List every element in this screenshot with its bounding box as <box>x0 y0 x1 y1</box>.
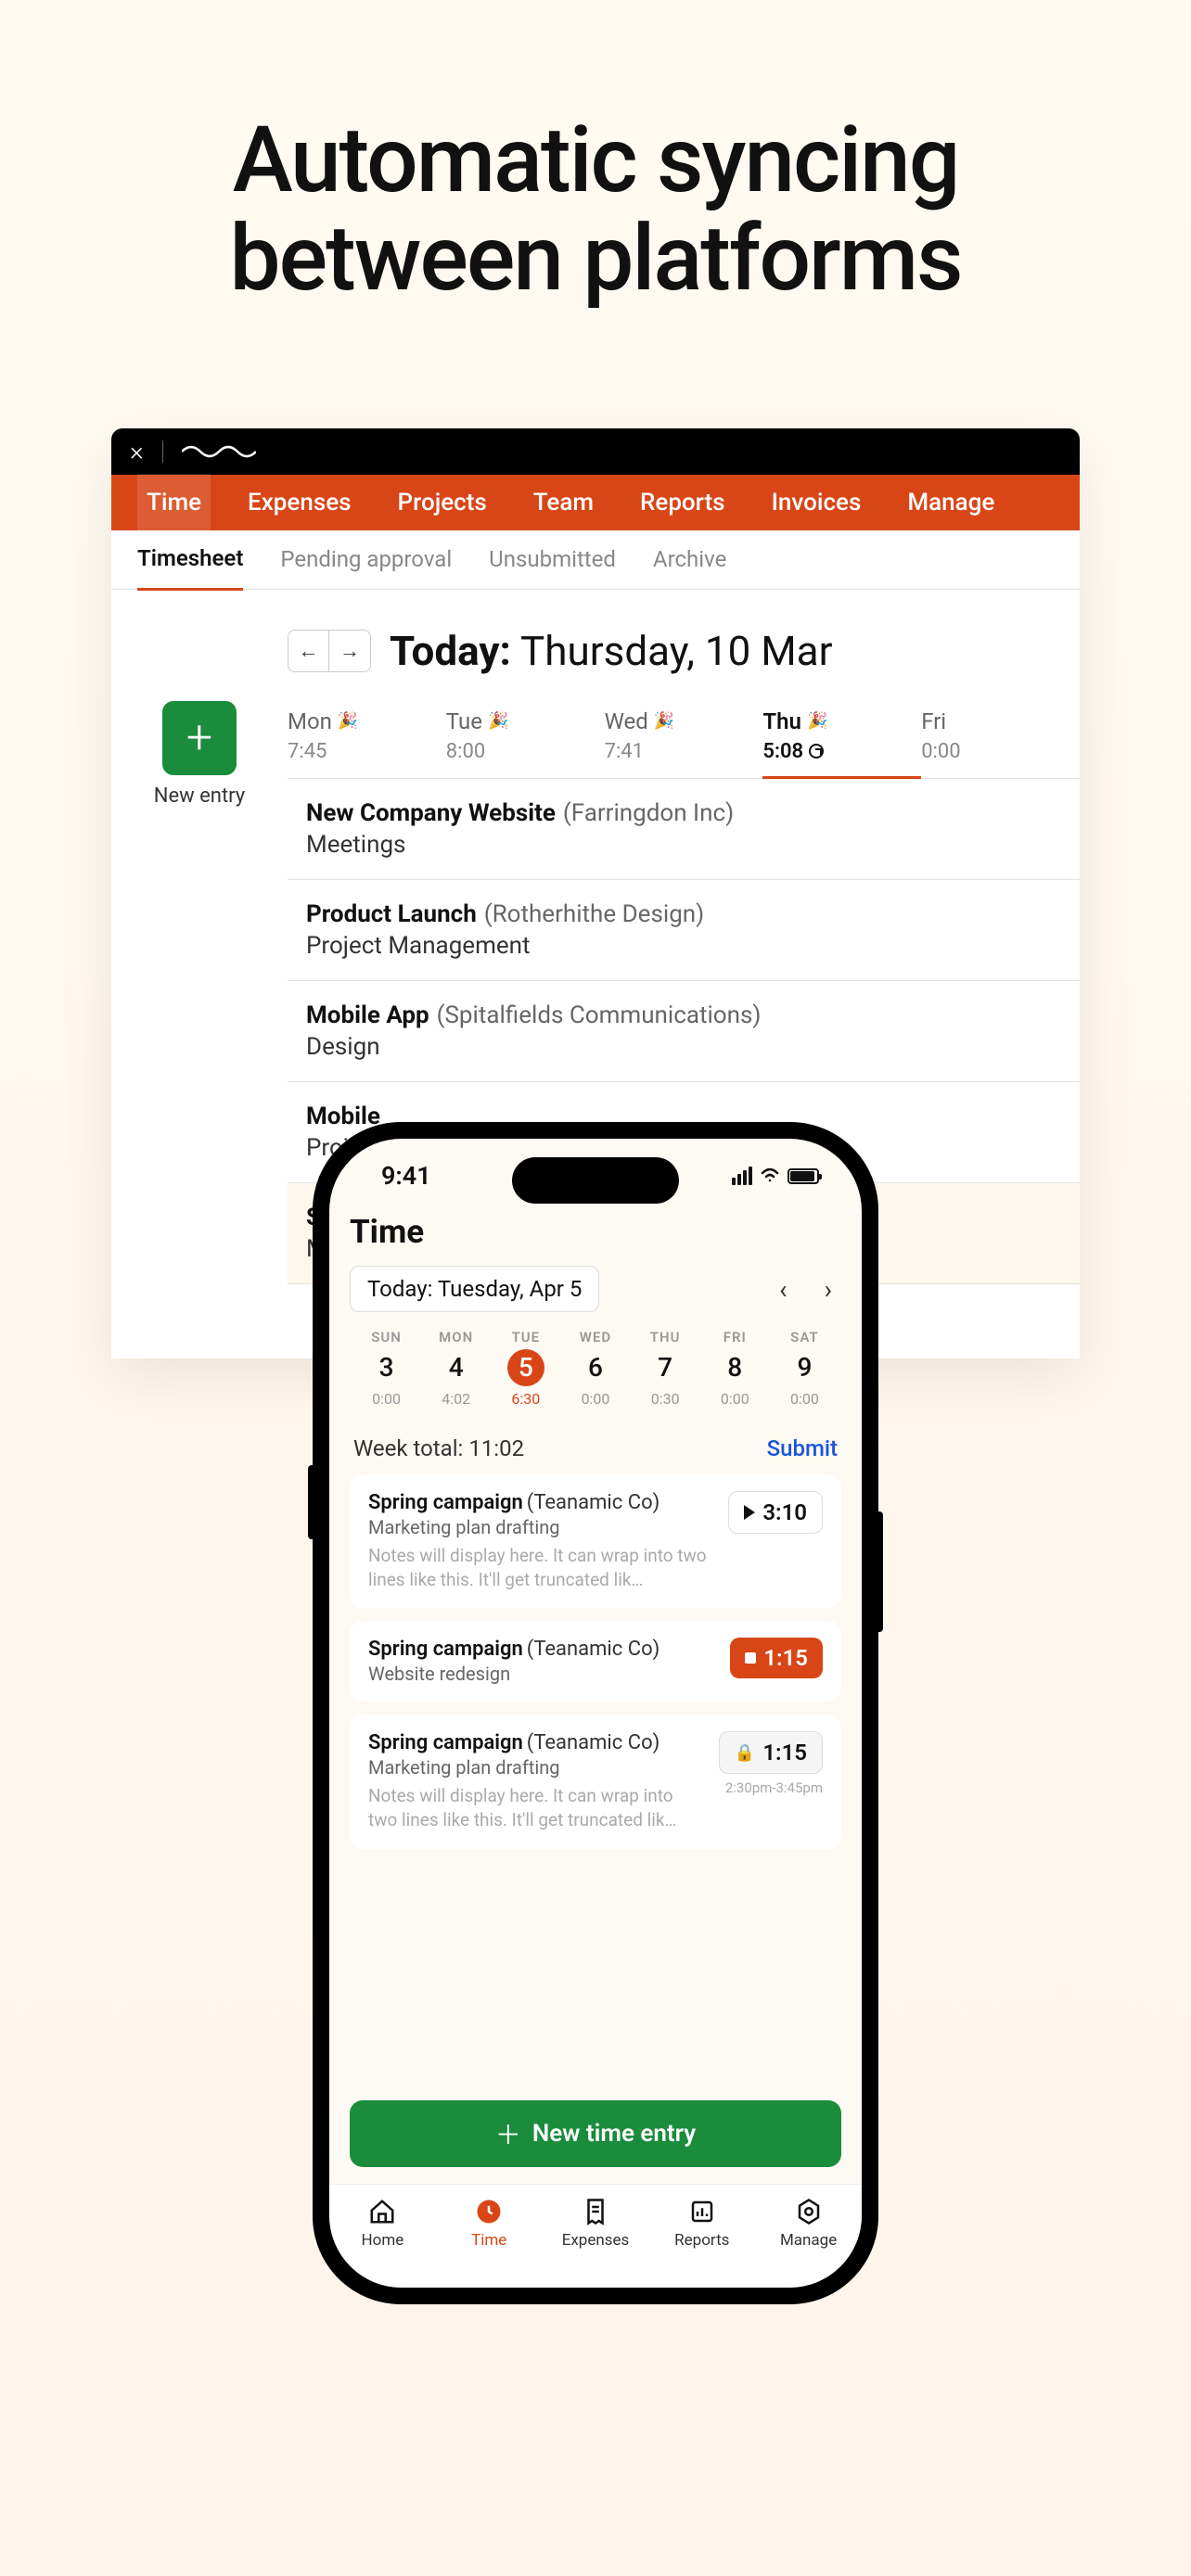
day-wed[interactable]: Wed 🎉 7:41 <box>605 701 763 778</box>
receipt-icon <box>582 2198 609 2225</box>
phone-mockup: 9:41 Time Today: Tuesday, Apr 5 ‹ › <box>313 1122 878 2304</box>
day-wed[interactable]: WED60:00 <box>560 1329 630 1408</box>
tab-expenses[interactable]: Expenses <box>543 2196 649 2288</box>
tab-pending[interactable]: Pending approval <box>280 529 452 589</box>
stop-timer-button[interactable]: 1:15 <box>730 1638 823 1678</box>
confetti-icon: 🎉 <box>654 711 674 731</box>
tab-unsubmitted[interactable]: Unsubmitted <box>489 529 616 589</box>
play-icon <box>744 1505 755 1520</box>
screen-title: Time <box>350 1213 841 1251</box>
nav-reports[interactable]: Reports <box>631 474 735 531</box>
timesheet-entry[interactable]: New Company Website (Farringdon Inc) Mee… <box>288 779 1080 880</box>
day-fri[interactable]: FRI80:00 <box>700 1329 770 1408</box>
window-titlebar: × <box>111 428 1080 475</box>
hero-title: Automatic syncingbetween platforms <box>111 0 1080 308</box>
tab-archive[interactable]: Archive <box>653 529 726 589</box>
plus-icon: ＋ <box>495 2115 521 2152</box>
tab-home[interactable]: Home <box>329 2196 436 2288</box>
divider <box>162 440 163 463</box>
new-entry-label: New entry <box>111 784 288 808</box>
signal-icon <box>732 1167 752 1185</box>
new-entry-button[interactable]: + <box>162 701 237 775</box>
day-mon[interactable]: MON44:02 <box>421 1329 491 1408</box>
confetti-icon: 🎉 <box>488 711 508 731</box>
day-thu[interactable]: THU70:30 <box>631 1329 700 1408</box>
nav-team[interactable]: Team <box>524 474 603 531</box>
new-time-entry-button[interactable]: ＋ New time entry <box>350 2100 841 2167</box>
day-tue[interactable]: Tue 🎉 8:00 <box>446 701 605 778</box>
gear-icon <box>795 2198 823 2225</box>
nav-expenses[interactable]: Expenses <box>238 474 360 531</box>
phone-notch <box>512 1157 679 1204</box>
play-timer-button[interactable]: 3:10 <box>728 1491 823 1534</box>
nav-invoices[interactable]: Invoices <box>762 474 871 531</box>
week-row: Mon 🎉 7:45 Tue 🎉 8:00 Wed 🎉 7:41 Thu 🎉 5… <box>288 701 1080 779</box>
close-icon[interactable]: × <box>130 439 144 465</box>
squiggle-icon <box>182 442 256 461</box>
next-week-button[interactable]: › <box>825 1274 832 1305</box>
secondary-nav: Timesheet Pending approval Unsubmitted A… <box>111 530 1080 590</box>
tab-timesheet[interactable]: Timesheet <box>137 529 243 591</box>
locked-timer-chip: 🔒1:15 <box>719 1731 823 1774</box>
nav-time[interactable]: Time <box>137 474 211 531</box>
next-day-button[interactable]: → <box>329 631 370 671</box>
timesheet-entry[interactable]: Product Launch (Rotherhithe Design) Proj… <box>288 880 1080 981</box>
day-thu[interactable]: Thu 🎉 5:08 <box>762 701 921 779</box>
day-mon[interactable]: Mon 🎉 7:45 <box>288 701 446 778</box>
time-entry-card[interactable]: Spring campaign (Teanamic Co) Website re… <box>350 1621 841 1702</box>
date-header: ← → Today: Thursday, 10 Mar <box>111 590 1080 701</box>
bar-chart-icon <box>688 2198 716 2225</box>
phone-week-row: SUN30:00 MON44:02 TUE56:30 WED60:00 THU7… <box>350 1325 841 1419</box>
tab-time[interactable]: Time <box>436 2196 543 2288</box>
clock-icon <box>809 744 824 759</box>
day-sun[interactable]: SUN30:00 <box>352 1329 421 1408</box>
date-selector[interactable]: Today: Tuesday, Apr 5 <box>350 1266 599 1312</box>
status-time: 9:41 <box>381 1161 431 1191</box>
tab-reports[interactable]: Reports <box>648 2196 755 2288</box>
confetti-icon: 🎉 <box>338 711 358 731</box>
nav-manage[interactable]: Manage <box>898 474 1004 531</box>
tab-manage[interactable]: Manage <box>755 2196 862 2288</box>
home-icon <box>368 2198 396 2225</box>
submit-button[interactable]: Submit <box>767 1435 838 1461</box>
week-total-label: Week total: 11:02 <box>353 1435 524 1461</box>
lock-icon: 🔒 <box>735 1743 755 1763</box>
tab-bar: Home Time Expenses Reports Manage <box>329 2184 862 2288</box>
stop-icon <box>745 1652 756 1664</box>
battery-icon <box>788 1168 819 1184</box>
time-range: 2:30pm-3:45pm <box>725 1779 823 1796</box>
wifi-icon <box>760 1165 780 1187</box>
prev-day-button[interactable]: ← <box>288 631 329 671</box>
time-entry-card[interactable]: Spring campaign (Teanamic Co) Marketing … <box>350 1474 841 1608</box>
day-sat[interactable]: SAT90:00 <box>770 1329 839 1408</box>
confetti-icon: 🎉 <box>807 711 827 731</box>
current-date: Today: Thursday, 10 Mar <box>390 627 833 675</box>
day-tue[interactable]: TUE56:30 <box>491 1329 560 1408</box>
date-nav-arrows: ← → <box>288 630 371 672</box>
primary-nav: Time Expenses Projects Team Reports Invo… <box>111 475 1080 530</box>
timesheet-entry[interactable]: Mobile App (Spitalfields Communications)… <box>288 981 1080 1082</box>
prev-week-button[interactable]: ‹ <box>779 1274 787 1305</box>
time-entry-card[interactable]: Spring campaign (Teanamic Co) Marketing … <box>350 1715 841 1848</box>
day-fri[interactable]: Fri 0:00 <box>921 701 1080 778</box>
nav-projects[interactable]: Projects <box>389 474 496 531</box>
clock-icon <box>475 2198 503 2225</box>
